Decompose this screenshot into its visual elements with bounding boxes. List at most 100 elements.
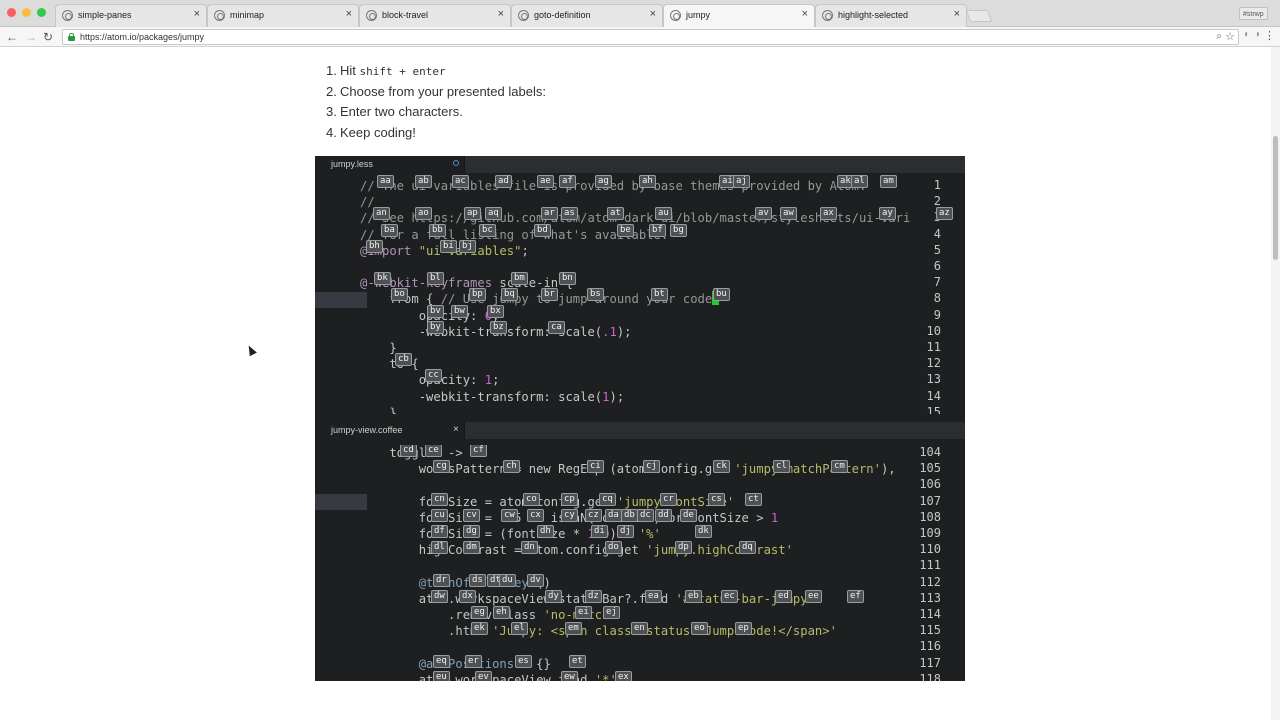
jump-label[interactable]: cw	[501, 508, 518, 522]
jump-label[interactable]: cr	[660, 492, 677, 506]
jump-label[interactable]: de	[680, 508, 697, 522]
jump-label[interactable]: em	[565, 622, 582, 636]
jump-label[interactable]: df	[431, 525, 448, 538]
new-tab-button[interactable]	[965, 10, 993, 22]
jump-label[interactable]: cm	[831, 460, 848, 474]
jump-label[interactable]: af	[559, 175, 576, 188]
jump-label[interactable]: ci	[587, 460, 604, 474]
back-arrow-icon[interactable]: ←	[6, 29, 18, 45]
jump-label[interactable]: dq	[739, 541, 756, 555]
tab-simple-panes[interactable]: simple-panes ×	[55, 4, 207, 27]
jump-label[interactable]: dm	[463, 541, 480, 555]
jump-label[interactable]: bd	[534, 223, 551, 237]
jump-label[interactable]: cs	[708, 492, 725, 506]
jump-label[interactable]: ep	[735, 622, 752, 636]
address-bar[interactable]: https://atom.io/packages/jumpy ⌕ ☆	[62, 29, 1239, 45]
jump-label[interactable]: cf	[470, 445, 487, 457]
jump-label[interactable]: cp	[561, 492, 578, 506]
jump-label[interactable]: bi	[440, 239, 457, 253]
jump-label[interactable]: er	[465, 654, 482, 668]
jump-label[interactable]: ee	[805, 589, 822, 603]
jump-label[interactable]: ea	[645, 589, 662, 603]
jump-label[interactable]: eb	[685, 589, 702, 603]
jump-label[interactable]: eg	[471, 606, 488, 619]
code-line[interactable]: .html 'Jumpy: <span class="status">Jump …	[360, 623, 837, 639]
code-line[interactable]: }	[360, 405, 396, 414]
jump-label[interactable]: at	[607, 207, 624, 221]
jump-label[interactable]: dj	[617, 525, 634, 538]
jump-label[interactable]: bb	[429, 223, 446, 237]
jump-label[interactable]: dy	[545, 589, 562, 603]
jump-label[interactable]: eh	[493, 606, 510, 619]
jump-label[interactable]: bx	[487, 304, 504, 318]
jump-label[interactable]: bg	[670, 223, 687, 237]
jump-label[interactable]: ej	[603, 606, 620, 619]
jump-label[interactable]: do	[605, 541, 622, 555]
jump-label[interactable]: da	[605, 508, 622, 522]
jump-label[interactable]: ce	[425, 445, 442, 457]
jump-label[interactable]: ed	[775, 589, 792, 603]
top-editor-pane[interactable]: 1 // The ui-variables file is provided by…	[315, 174, 965, 414]
jump-label[interactable]: bq	[501, 288, 518, 302]
jump-label[interactable]: by	[427, 320, 444, 334]
forward-arrow-icon[interactable]: →	[25, 29, 37, 45]
jump-label[interactable]: ax	[820, 207, 837, 221]
menu-icon[interactable]: ⋮	[1264, 29, 1275, 42]
extension-icon[interactable]: ◐	[1244, 29, 1250, 40]
jump-label[interactable]: br	[541, 288, 558, 302]
code-line[interactable]: @turnOffSlowKeys()	[360, 575, 551, 591]
jump-label[interactable]: ec	[721, 589, 738, 603]
close-icon[interactable]: ×	[453, 424, 459, 435]
jump-label[interactable]: ds	[469, 573, 486, 587]
tab-jumpy[interactable]: jumpy ×	[663, 4, 815, 28]
zoom-window-button[interactable]	[37, 8, 46, 17]
profile-badge[interactable]: #strwp	[1239, 7, 1268, 20]
jump-label[interactable]: au	[655, 207, 672, 221]
jump-label[interactable]: bf	[649, 223, 666, 237]
jump-label[interactable]: bl	[427, 272, 444, 286]
jump-label[interactable]: bp	[469, 288, 486, 302]
close-icon[interactable]: ×	[346, 8, 352, 20]
jump-label[interactable]: bw	[451, 304, 468, 318]
url-text[interactable]: https://atom.io/packages/jumpy	[80, 32, 204, 42]
jump-label[interactable]: bv	[427, 304, 444, 318]
jump-label[interactable]: cu	[431, 508, 448, 522]
close-icon[interactable]: ×	[954, 8, 960, 20]
jump-label[interactable]: eu	[433, 670, 450, 681]
close-window-button[interactable]	[7, 8, 16, 17]
jump-label[interactable]: cv	[463, 508, 480, 522]
jump-label[interactable]: ao	[415, 207, 432, 221]
jump-label[interactable]: dc	[637, 508, 654, 522]
jump-label[interactable]: el	[511, 622, 528, 636]
jump-label[interactable]: ae	[537, 175, 554, 188]
jump-label[interactable]: eq	[433, 654, 450, 668]
jump-label[interactable]: as	[561, 207, 578, 221]
jump-label[interactable]: ex	[615, 670, 632, 681]
jump-label[interactable]: cg	[433, 460, 450, 474]
jump-label[interactable]: aq	[485, 207, 502, 221]
jump-label[interactable]: bt	[651, 288, 668, 302]
jump-label[interactable]: bh	[366, 239, 383, 253]
jump-label[interactable]: cz	[585, 508, 602, 522]
jump-label[interactable]: cd	[400, 445, 417, 457]
jump-label[interactable]: ad	[495, 175, 512, 188]
jump-label[interactable]: bu	[713, 288, 730, 302]
jump-label[interactable]: es	[515, 654, 532, 668]
jump-label[interactable]: ch	[503, 460, 520, 474]
jump-label[interactable]: ek	[471, 622, 488, 636]
jump-label[interactable]: dh	[537, 525, 554, 538]
jump-label[interactable]: ei	[575, 606, 592, 619]
jump-label[interactable]: ef	[847, 589, 864, 603]
jump-label[interactable]: ct	[745, 492, 762, 506]
jump-label[interactable]: cb	[395, 353, 412, 367]
jump-label[interactable]: cl	[773, 460, 790, 474]
jump-label[interactable]: dd	[655, 508, 672, 522]
jump-label[interactable]: dv	[527, 573, 544, 587]
jump-label[interactable]: al	[851, 175, 868, 188]
jump-label[interactable]: dz	[585, 589, 602, 603]
code-line[interactable]: // The ui-variables file is provided by …	[360, 178, 866, 194]
zoom-icon[interactable]: ⌕	[1216, 31, 1222, 42]
bottom-editor-pane[interactable]: 104 toggle: ->105 wordsPattern = new Reg…	[315, 445, 965, 681]
jump-label[interactable]: db	[621, 508, 638, 522]
close-icon[interactable]: ×	[194, 8, 200, 20]
